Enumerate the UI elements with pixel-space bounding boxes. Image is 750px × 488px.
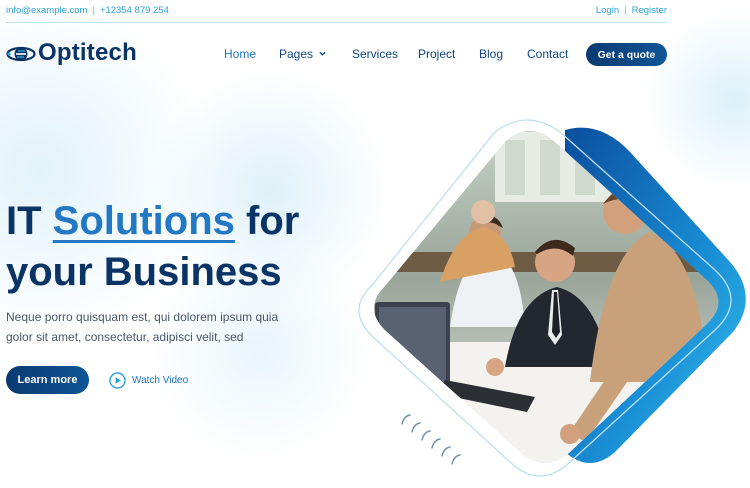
nav-blog[interactable]: Blog xyxy=(479,47,503,61)
nav-project[interactable]: Project xyxy=(418,47,455,61)
register-link[interactable]: Register xyxy=(632,5,667,16)
decorative-chevrons xyxy=(401,414,461,465)
account-links: Login | Register xyxy=(596,5,667,16)
brand-name: Optitech xyxy=(38,39,137,66)
hero-title-it: IT xyxy=(6,199,42,243)
hero-description: Neque porro quisquam est, qui dolorem ip… xyxy=(6,310,279,344)
orbit-logo-icon xyxy=(6,46,36,62)
play-icon xyxy=(109,372,126,389)
learn-more-button[interactable]: Learn more xyxy=(6,366,89,394)
hero-title: IT Solutions for your Business xyxy=(6,196,299,298)
divider: | xyxy=(92,5,95,16)
hero-title-for: for xyxy=(246,199,300,243)
login-link[interactable]: Login xyxy=(596,5,619,16)
contact-info: info@example.com | +12354 879 254 xyxy=(6,5,169,16)
watch-video-label: Watch Video xyxy=(132,375,189,386)
nav-services[interactable]: Services xyxy=(352,47,398,61)
get-quote-button[interactable]: Get a quote xyxy=(586,43,667,66)
hero-title-highlight: Solutions xyxy=(52,199,235,243)
phone-link[interactable]: +12354 879 254 xyxy=(100,5,169,16)
brand-logo[interactable]: Optitech xyxy=(6,39,137,69)
email-link[interactable]: info@example.com xyxy=(6,5,87,16)
nav-home[interactable]: Home xyxy=(224,47,256,61)
watch-video-link[interactable]: Watch Video xyxy=(109,372,188,389)
hero-title-line2: your Business xyxy=(6,250,282,294)
nav-pages[interactable]: Pages xyxy=(279,47,326,61)
top-contact-bar: info@example.com | +12354 879 254 Login | Re… xyxy=(6,0,667,23)
chevron-down-icon xyxy=(319,51,326,56)
nav-pages-label: Pages xyxy=(279,47,314,61)
nav-contact[interactable]: Contact xyxy=(527,47,568,61)
divider: | xyxy=(624,5,627,16)
